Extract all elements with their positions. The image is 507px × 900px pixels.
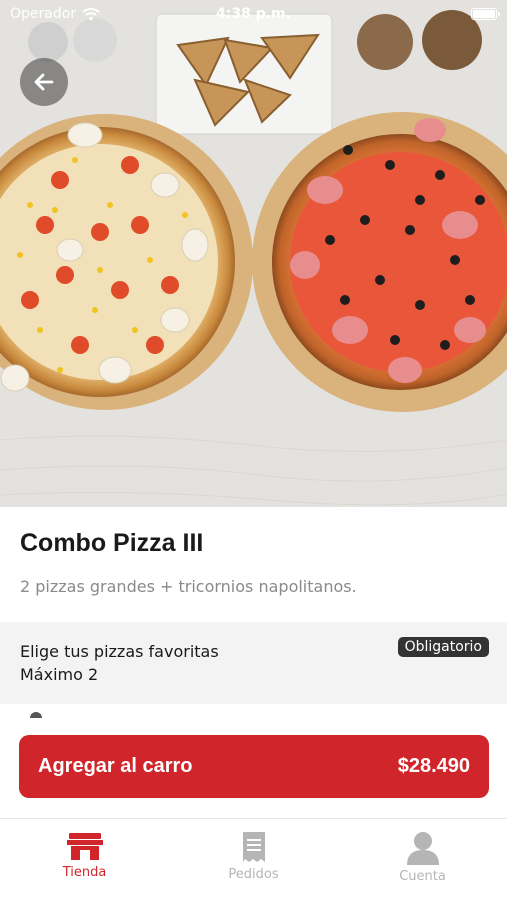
cart-price: $28.490 — [397, 755, 470, 777]
tab-tienda[interactable]: Tienda — [0, 819, 169, 900]
tab-cuenta[interactable]: Cuenta — [338, 819, 507, 900]
tab-pedidos[interactable]: Pedidos — [169, 819, 338, 900]
product-title: Combo Pizza III — [20, 529, 204, 557]
battery-icon — [471, 8, 500, 20]
tab-label: Cuenta — [399, 869, 446, 884]
back-button[interactable] — [20, 58, 68, 106]
option-radio-peek — [30, 712, 42, 718]
arrow-left-icon — [34, 73, 54, 91]
tab-label: Pedidos — [228, 867, 279, 882]
pizza-photo — [0, 0, 507, 507]
option-group-title: Elige tus pizzas favoritas — [20, 642, 219, 661]
product-description: 2 pizzas grandes + tricornios napolitano… — [20, 577, 357, 596]
tab-label: Tienda — [62, 865, 107, 880]
option-group-limit: Máximo 2 — [20, 665, 99, 684]
user-icon — [406, 832, 439, 865]
store-icon — [66, 833, 103, 860]
carrier-label: Operador — [10, 6, 77, 22]
option-group-header: Elige tus pizzas favoritas Máximo 2 Obli… — [0, 622, 507, 704]
status-bar: Operador 4:38 p.m. — [0, 0, 507, 28]
tab-bar: Tienda Pedidos Cuenta — [0, 818, 507, 900]
product-image — [0, 0, 507, 507]
add-to-cart-label: Agregar al carro — [38, 755, 193, 777]
required-badge: Obligatorio — [397, 637, 489, 657]
add-to-cart-button[interactable]: Agregar al carro $28.490 — [19, 735, 489, 798]
wifi-icon — [82, 8, 100, 21]
receipt-icon — [242, 832, 265, 862]
product-info: Combo Pizza III 2 pizzas grandes + trico… — [0, 507, 507, 622]
